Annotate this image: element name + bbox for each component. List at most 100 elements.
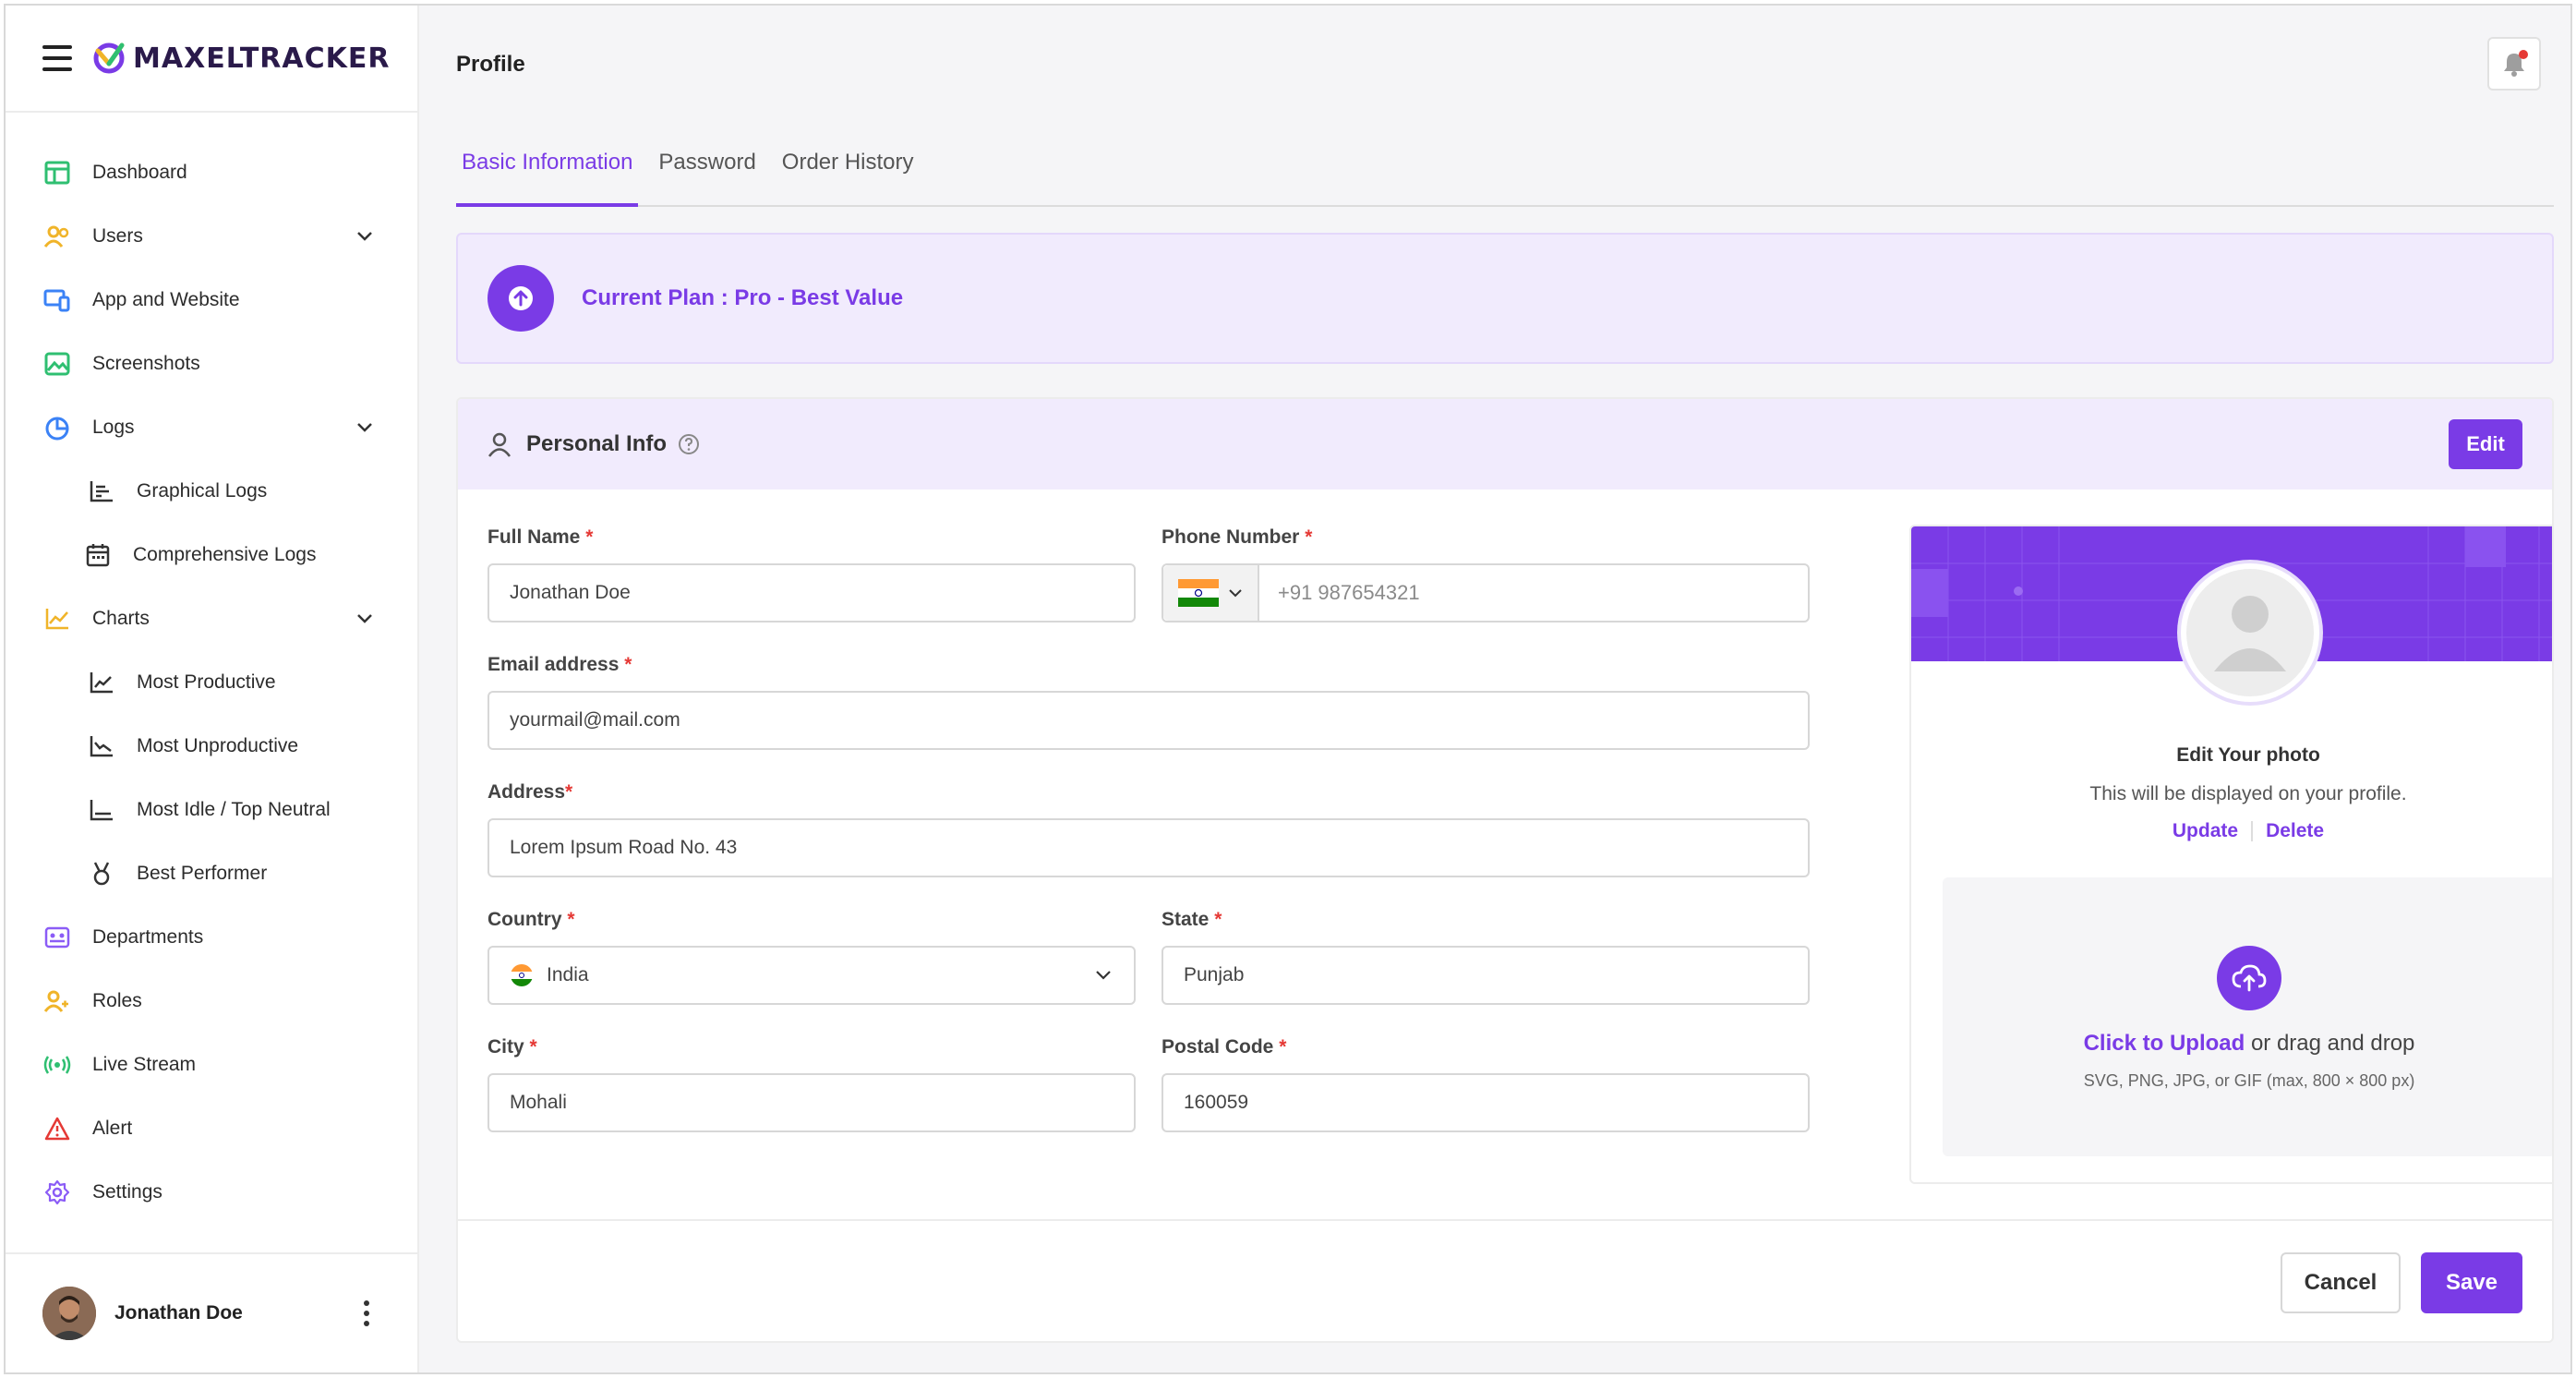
form-footer: Cancel Save (458, 1219, 2552, 1341)
upgrade-arrow-icon (488, 265, 554, 332)
required-mark: * (1214, 909, 1222, 930)
chevron-down-icon (1229, 589, 1242, 598)
devices-icon (42, 285, 72, 315)
upload-dropzone[interactable]: Click to Upload or drag and drop SVG, PN… (1943, 877, 2552, 1156)
brand-name: MAXELTRACKER (133, 42, 391, 75)
profile-photo-placeholder[interactable] (2181, 563, 2319, 702)
roles-icon (42, 986, 72, 1016)
main-content: Profile Basic Information Password Order… (428, 6, 2570, 1372)
postal-code-label: Postal Code * (1162, 1036, 1286, 1058)
trend-down-icon (87, 731, 116, 761)
sidebar-header: MAXELTRACKER (6, 6, 417, 113)
save-button[interactable]: Save (2421, 1252, 2522, 1313)
dashboard-icon (42, 158, 72, 187)
sidebar-item-dashboard[interactable]: Dashboard (6, 140, 417, 204)
tab-basic-information[interactable]: Basic Information (456, 135, 639, 207)
sidebar-item-most-idle[interactable]: Most Idle / Top Neutral (6, 778, 417, 841)
calendar-icon (83, 540, 113, 570)
country-code-select[interactable] (1163, 565, 1259, 621)
sidebar-item-alert[interactable]: Alert (6, 1096, 417, 1160)
sidebar: MAXELTRACKER Dashboard Users App and Web… (6, 6, 419, 1372)
sidebar-item-most-productive[interactable]: Most Productive (6, 650, 417, 714)
help-icon[interactable] (678, 433, 700, 455)
delete-photo-link[interactable]: Delete (2266, 820, 2324, 841)
sidebar-item-label: Graphical Logs (137, 479, 268, 502)
label-text: Full Name (488, 526, 581, 548)
required-mark: * (567, 909, 575, 930)
india-flag-icon (511, 964, 533, 986)
sidebar-item-charts[interactable]: Charts (6, 586, 417, 650)
sidebar-item-roles[interactable]: Roles (6, 969, 417, 1033)
user-profile-footer: Jonathan Doe (6, 1252, 417, 1372)
sidebar-item-departments[interactable]: Departments (6, 905, 417, 969)
brand-logo[interactable]: MAXELTRACKER (92, 42, 390, 75)
chevron-down-icon[interactable] (355, 609, 375, 629)
city-label: City * (488, 1036, 537, 1058)
edit-button[interactable]: Edit (2449, 419, 2522, 469)
city-field[interactable]: Mohali (488, 1073, 1136, 1132)
label-text: Phone Number (1162, 526, 1300, 548)
broadcast-icon (42, 1050, 72, 1080)
chevron-down-icon[interactable] (355, 417, 375, 438)
sidebar-item-logs[interactable]: Logs (6, 395, 417, 459)
app-window: MAXELTRACKER Dashboard Users App and Web… (4, 4, 2572, 1374)
email-field[interactable]: yourmail@mail.com (488, 691, 1810, 750)
required-mark: * (585, 526, 594, 548)
sidebar-item-label: Roles (92, 989, 142, 1011)
upload-rest-text: or drag and drop (2245, 1031, 2415, 1056)
click-to-upload-link[interactable]: Click to Upload (2084, 1031, 2245, 1056)
country-value: India (547, 964, 589, 985)
departments-icon (42, 923, 72, 952)
postal-code-field[interactable]: 160059 (1162, 1073, 1810, 1132)
required-mark: * (624, 654, 632, 675)
upload-instructions: Click to Upload or drag and drop (1943, 1031, 2552, 1057)
cancel-button[interactable]: Cancel (2281, 1252, 2401, 1313)
line-chart-icon (42, 604, 72, 634)
image-icon (42, 349, 72, 379)
sidebar-item-label: Departments (92, 925, 204, 948)
personal-info-header: Personal Info Edit (458, 399, 2552, 490)
flat-chart-icon (87, 795, 116, 825)
sidebar-item-label: Screenshots (92, 352, 200, 374)
more-options-icon[interactable] (356, 1297, 377, 1330)
phone-placeholder: +91 987654321 (1278, 581, 1420, 604)
sidebar-item-label: Logs (92, 416, 135, 438)
sidebar-item-app-website[interactable]: App and Website (6, 268, 417, 332)
sidebar-item-label: Comprehensive Logs (133, 543, 317, 565)
sidebar-item-screenshots[interactable]: Screenshots (6, 332, 417, 395)
sidebar-item-comprehensive-logs[interactable]: Comprehensive Logs (6, 523, 417, 586)
update-photo-link[interactable]: Update (2173, 820, 2238, 841)
phone-field[interactable]: +91 987654321 (1162, 563, 1810, 623)
logo-icon (93, 42, 125, 74)
trend-up-icon (87, 668, 116, 697)
sidebar-item-label: Live Stream (92, 1053, 197, 1075)
photo-title: Edit Your photo (2176, 744, 2320, 766)
sidebar-item-graphical-logs[interactable]: Graphical Logs (6, 459, 417, 523)
tab-password[interactable]: Password (653, 135, 761, 205)
label-text: State (1162, 909, 1210, 930)
cloud-upload-icon (2217, 946, 2281, 1010)
full-name-label: Full Name * (488, 526, 593, 549)
sidebar-item-users[interactable]: Users (6, 204, 417, 268)
full-name-field[interactable]: Jonathan Doe (488, 563, 1136, 623)
notification-button[interactable] (2487, 37, 2541, 91)
page-title: Profile (456, 52, 525, 77)
photo-actions: Update Delete (1911, 820, 2552, 842)
country-select[interactable]: India (488, 946, 1136, 1005)
section-title: Personal Info (526, 431, 668, 456)
sidebar-nav: Dashboard Users App and Website Screensh… (6, 113, 417, 1224)
avatar[interactable] (42, 1287, 96, 1340)
chevron-down-icon[interactable] (355, 226, 375, 247)
user-icon (488, 432, 512, 457)
personal-info-card: Personal Info Edit Full Name * Jonathan … (456, 397, 2554, 1343)
sidebar-item-best-performer[interactable]: Best Performer (6, 841, 417, 905)
menu-icon[interactable] (42, 45, 72, 71)
sidebar-item-most-unproductive[interactable]: Most Unproductive (6, 714, 417, 778)
tab-order-history[interactable]: Order History (776, 135, 920, 205)
address-label: Address* (488, 781, 572, 804)
sidebar-item-live-stream[interactable]: Live Stream (6, 1033, 417, 1096)
state-field[interactable]: Punjab (1162, 946, 1810, 1005)
address-field[interactable]: Lorem Ipsum Road No. 43 (488, 818, 1810, 877)
sidebar-item-settings[interactable]: Settings (6, 1160, 417, 1224)
divider (2251, 821, 2254, 842)
